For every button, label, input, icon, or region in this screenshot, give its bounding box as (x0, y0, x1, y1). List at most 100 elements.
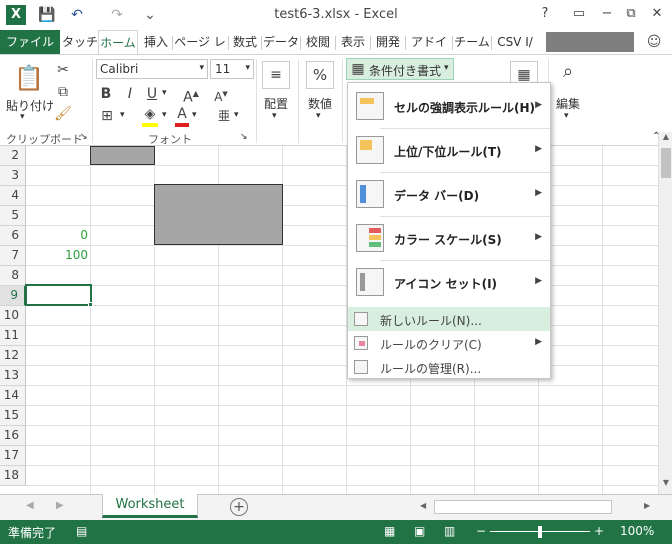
tab-home[interactable]: ホーム (98, 30, 138, 54)
page-layout-view-icon[interactable]: ▣ (414, 524, 425, 538)
row-header-5[interactable]: 5 (0, 206, 26, 226)
account-box[interactable] (546, 32, 634, 52)
hscroll-left-icon[interactable]: ◀ (420, 501, 426, 510)
selected-cell[interactable] (25, 284, 92, 306)
menu-icon-sets[interactable]: アイコン セット(I) ▶ (348, 261, 550, 303)
menu-manage-rules[interactable]: ルールの管理(R)... (348, 355, 550, 379)
font-size-dropdown-icon[interactable]: ▾ (245, 63, 250, 73)
cell-b7-value[interactable]: 100 (28, 248, 88, 262)
tab-formulas[interactable]: 数式 (229, 30, 261, 54)
row-header-18[interactable]: 18 (0, 466, 26, 486)
grow-font-icon[interactable]: A▲ (182, 85, 200, 107)
row-header-15[interactable]: 15 (0, 406, 26, 426)
copy-icon[interactable]: ⧉ (54, 83, 72, 101)
normal-view-icon[interactable]: ▦ (384, 524, 395, 538)
zoom-out-button[interactable]: − (476, 524, 486, 538)
phonetic-icon[interactable]: 亜 (214, 107, 234, 125)
menu-clear-rules[interactable]: ルールのクリア(C) ▶ (348, 331, 550, 355)
help-button[interactable]: ? (532, 4, 558, 24)
cut-icon[interactable]: ✂ (54, 61, 72, 79)
underline-button[interactable]: U (144, 85, 160, 103)
edit-dropdown-icon[interactable]: ▾ (564, 111, 569, 121)
tab-insert[interactable]: 挿入 (140, 30, 172, 54)
format-painter-icon[interactable]: 🖌 (54, 105, 72, 123)
font-color-icon[interactable]: A (174, 105, 190, 123)
tab-file[interactable]: ファイル (0, 30, 60, 54)
fill-handle[interactable] (88, 302, 93, 307)
sheet-tab-worksheet[interactable]: Worksheet (102, 494, 198, 518)
row-header-11[interactable]: 11 (0, 326, 26, 346)
row-header-4[interactable]: 4 (0, 186, 26, 206)
hscroll-right-icon[interactable]: ▶ (644, 501, 650, 510)
row-header-12[interactable]: 12 (0, 346, 26, 366)
sheet-next-icon[interactable]: ▶ (56, 500, 64, 511)
font-color-dropdown-icon[interactable]: ▾ (192, 110, 197, 120)
tab-page-layout[interactable]: ページ レ (173, 30, 227, 54)
horizontal-scroll-thumb[interactable] (434, 500, 612, 514)
row-header-10[interactable]: 10 (0, 306, 26, 326)
zoom-level[interactable]: 100% (620, 524, 654, 538)
paste-label[interactable]: 貼り付け (6, 97, 54, 114)
tab-developer[interactable]: 開発 (371, 30, 405, 54)
underline-dropdown-icon[interactable]: ▾ (162, 88, 167, 98)
worksheet-grid[interactable]: 2 3 4 5 6 7 8 9 10 11 12 13 14 15 16 17 18 0 100 (0, 146, 658, 494)
align-button[interactable]: ≡ (262, 61, 290, 89)
tab-team[interactable]: チーム (453, 30, 491, 54)
conditional-format-button[interactable]: ▦ 条件付き書式 ▾ (346, 58, 454, 80)
font-launcher-icon[interactable]: ↘ (240, 132, 248, 142)
edit-label[interactable]: 編集 (556, 95, 580, 112)
row-header-16[interactable]: 16 (0, 426, 26, 446)
row-header-6[interactable]: 6 (0, 226, 26, 246)
vertical-scroll-thumb[interactable] (661, 148, 671, 178)
fill-color-dropdown-icon[interactable]: ▾ (162, 110, 167, 120)
page-break-view-icon[interactable]: ▥ (444, 524, 455, 538)
scroll-up-icon[interactable]: ▲ (660, 132, 672, 146)
paste-dropdown-icon[interactable]: ▾ (20, 112, 25, 122)
number-label[interactable]: 数値 (308, 95, 332, 112)
cell-b6-value[interactable]: 0 (28, 228, 88, 242)
macro-record-icon[interactable]: ▤ (76, 524, 87, 538)
paste-icon[interactable]: 📋 (14, 63, 44, 93)
row-header-3[interactable]: 3 (0, 166, 26, 186)
tab-csv[interactable]: CSV I/ (492, 30, 538, 54)
gray-shape-small[interactable] (90, 146, 155, 165)
font-name-box[interactable]: Calibri ▾ (96, 59, 208, 79)
tab-touch[interactable]: タッチ (62, 30, 98, 54)
font-size-box[interactable]: 11 ▾ (210, 59, 254, 79)
number-button[interactable]: % (306, 61, 334, 89)
sheet-prev-icon[interactable]: ◀ (26, 500, 34, 511)
row-header-8[interactable]: 8 (0, 266, 26, 286)
borders-dropdown-icon[interactable]: ▾ (120, 110, 125, 120)
borders-icon[interactable]: ⊞ (98, 107, 116, 125)
row-header-9[interactable]: 9 (0, 286, 26, 306)
minimize-button[interactable]: − (594, 4, 620, 24)
align-dropdown-icon[interactable]: ▾ (272, 111, 277, 121)
phonetic-dropdown-icon[interactable]: ▾ (234, 110, 239, 120)
zoom-slider-thumb[interactable] (538, 526, 542, 538)
shrink-font-icon[interactable]: A▼ (212, 85, 230, 106)
menu-top-bottom-rules[interactable]: 上位/下位ルール(T) ▶ (348, 129, 550, 171)
row-header-17[interactable]: 17 (0, 446, 26, 466)
fill-color-icon[interactable]: ◈ (140, 105, 160, 123)
clipboard-launcher-icon[interactable]: ↘ (80, 132, 88, 142)
vertical-scrollbar[interactable]: ▲ ▼ (658, 132, 672, 494)
zoom-in-button[interactable]: + (594, 524, 604, 538)
tab-data[interactable]: データ (262, 30, 300, 54)
row-header-2[interactable]: 2 (0, 146, 26, 166)
row-header-7[interactable]: 7 (0, 246, 26, 266)
menu-new-rule[interactable]: 新しいルール(N)... (348, 307, 550, 331)
close-button[interactable]: ✕ (644, 4, 670, 24)
gray-shape-large[interactable] (154, 184, 283, 245)
italic-button[interactable]: I (122, 85, 138, 103)
tab-review[interactable]: 校閲 (301, 30, 335, 54)
restore-button[interactable]: ⧉ (618, 4, 644, 24)
ribbon-display-icon[interactable]: ▭ (566, 4, 592, 24)
menu-data-bars[interactable]: データ バー(D) ▶ (348, 173, 550, 215)
menu-color-scales[interactable]: カラー スケール(S) ▶ (348, 217, 550, 259)
account-icon[interactable]: ☺ (640, 32, 668, 52)
font-name-dropdown-icon[interactable]: ▾ (199, 63, 204, 73)
bold-button[interactable]: B (98, 85, 114, 103)
tab-view[interactable]: 表示 (336, 30, 370, 54)
number-dropdown-icon[interactable]: ▾ (316, 111, 321, 121)
menu-highlight-cells-rules[interactable]: セルの強調表示ルール(H) ▶ (348, 85, 550, 127)
